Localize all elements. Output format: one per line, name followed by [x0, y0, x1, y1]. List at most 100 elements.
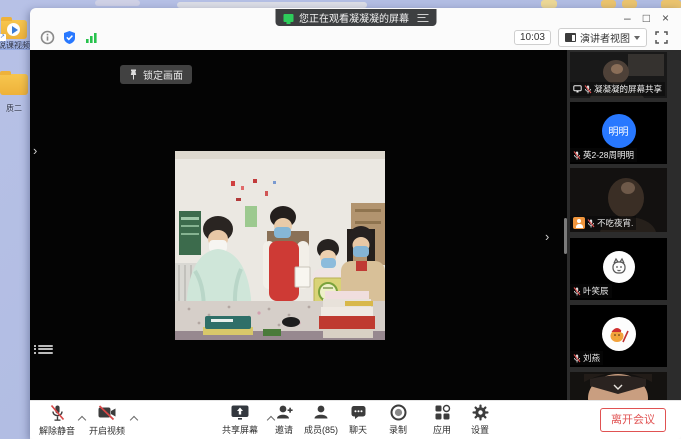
layout-icon	[565, 33, 576, 42]
share-screen-icon	[230, 404, 250, 421]
folder-icon	[0, 74, 28, 95]
avatar	[603, 251, 635, 283]
settings-button[interactable]: 设置	[471, 404, 489, 436]
mic-muted-icon	[584, 85, 592, 94]
desktop-folder-small-1[interactable]	[541, 0, 557, 8]
folder-icon: ↗	[1, 20, 27, 39]
participant-tile[interactable]: 不吃夜宵.	[570, 168, 667, 232]
record-label: 录制	[389, 423, 407, 436]
meeting-header-right: 10:03 演讲者视图	[514, 28, 669, 47]
window-controls: – □ ×	[624, 11, 669, 25]
leave-meeting-button[interactable]: 离开会议	[600, 408, 666, 432]
participant-name: 英2-28周明明	[583, 149, 634, 161]
participant-tile[interactable]: 刘燕	[570, 305, 667, 367]
start-video-label: 开启视频	[89, 424, 125, 437]
invite-button[interactable]: 邀请	[275, 404, 293, 436]
apps-grid-icon	[433, 404, 450, 421]
participant-video	[570, 372, 667, 400]
meeting-toolbar: 解除静音 开启视频 共享屏幕	[30, 400, 681, 439]
participant-name: 刘燕	[583, 352, 600, 364]
view-mode-button[interactable]: 演讲者视图	[558, 28, 647, 47]
chat-button[interactable]: 聊天	[349, 404, 367, 436]
desktop-icon-label: 质二	[0, 104, 31, 113]
share-options-chevron[interactable]	[268, 415, 275, 422]
participant-name: 凝凝凝的屏幕共享	[594, 83, 662, 95]
fullscreen-icon[interactable]	[654, 30, 669, 45]
participant-tile[interactable]: 明明 英2-28周明明	[570, 102, 667, 164]
screen-share-notification[interactable]: 您正在观看凝凝凝的屏幕	[275, 9, 436, 26]
desktop-folder-small-2[interactable]	[601, 0, 616, 8]
chevron-down-icon	[634, 36, 640, 40]
participant-label: 刘燕	[570, 351, 603, 365]
desktop-icon-folder[interactable]: 质二	[0, 74, 31, 113]
chat-icon	[349, 404, 366, 421]
mic-off-icon	[48, 404, 65, 422]
notification-text: 您正在观看凝凝凝的屏幕	[299, 10, 409, 25]
annotation-list-icon[interactable]	[38, 343, 53, 356]
unmute-button[interactable]: 解除静音	[39, 404, 75, 437]
invite-label: 邀请	[275, 423, 293, 436]
mic-muted-icon	[587, 219, 595, 228]
maximize-button[interactable]: □	[643, 11, 650, 25]
close-button[interactable]: ×	[662, 11, 669, 25]
mic-muted-icon	[573, 287, 581, 296]
pin-icon	[129, 69, 138, 80]
settings-gear-icon	[471, 404, 488, 421]
pin-view-label: 锁定画面	[143, 67, 183, 82]
apps-label: 应用	[433, 423, 451, 436]
unmute-label: 解除静音	[39, 424, 75, 437]
security-shield-icon[interactable]	[62, 30, 77, 45]
meeting-window: 您正在观看凝凝凝的屏幕 – □ × 10:03 演讲者视图	[30, 8, 681, 439]
participant-sidebar: 凝凝凝的屏幕共享 明明 英2-28周明明	[567, 50, 681, 400]
minimize-button[interactable]: –	[624, 11, 631, 25]
left-expand-chevron[interactable]: ›	[33, 144, 37, 158]
mic-muted-icon	[573, 151, 581, 160]
video-options-chevron[interactable]	[131, 415, 138, 422]
shortcut-arrow-icon: ↗	[0, 34, 6, 41]
invite-person-icon	[275, 404, 293, 421]
members-icon	[313, 404, 329, 421]
meeting-status-icons	[40, 30, 99, 45]
desktop-icon-label: 说课视频	[0, 41, 31, 50]
avatar: 明明	[602, 114, 636, 148]
share-screen-button[interactable]: 共享屏幕	[222, 404, 258, 436]
screen-green-icon	[283, 14, 293, 22]
participant-name: 不吃夜宵.	[597, 217, 633, 229]
settings-label: 设置	[471, 423, 489, 436]
apps-button[interactable]: 应用	[433, 404, 451, 436]
avatar-initials: 明明	[609, 123, 629, 138]
view-mode-label: 演讲者视图	[580, 30, 630, 45]
record-button[interactable]: 录制	[389, 404, 407, 436]
hand-raised-icon	[573, 217, 585, 229]
participant-label: 凝凝凝的屏幕共享	[570, 82, 665, 96]
participant-label: 不吃夜宵.	[570, 216, 636, 230]
shared-photo	[175, 151, 385, 340]
cartoon-avatar-icon	[607, 322, 631, 346]
share-screen-label: 共享屏幕	[222, 423, 258, 436]
pin-view-button[interactable]: 锁定画面	[120, 65, 192, 84]
avatar	[602, 317, 636, 351]
desktop-folder-small-3[interactable]	[622, 0, 637, 8]
notification-menu-icon[interactable]	[417, 14, 428, 22]
participant-tile[interactable]	[570, 372, 667, 400]
play-icon	[7, 23, 20, 36]
start-video-button[interactable]: 开启视频	[89, 404, 125, 437]
info-icon[interactable]	[40, 30, 55, 45]
mic-muted-icon	[573, 354, 581, 363]
participant-label: 叶笑辰	[570, 284, 612, 298]
desktop-icon-video-folder[interactable]: ↗ 说课视频	[0, 20, 31, 50]
participant-tile[interactable]: 叶笑辰	[570, 238, 667, 300]
taskbar-blob	[95, 0, 140, 6]
sidebar-collapse-chevron[interactable]: ›	[545, 230, 549, 244]
network-signal-icon[interactable]	[84, 30, 99, 45]
shared-screen-stage: 锁定画面	[30, 50, 567, 400]
members-label: 成员(85)	[304, 423, 338, 436]
participant-name: 叶笑辰	[583, 285, 609, 297]
participant-tile[interactable]: 凝凝凝的屏幕共享	[570, 52, 667, 98]
meeting-timer: 10:03	[514, 30, 551, 45]
doodle-avatar-icon	[609, 257, 629, 277]
mic-options-chevron[interactable]	[79, 415, 86, 422]
screen-share-icon	[573, 85, 582, 93]
members-button[interactable]: 成员(85)	[304, 404, 338, 436]
participant-label: 英2-28周明明	[570, 148, 637, 162]
